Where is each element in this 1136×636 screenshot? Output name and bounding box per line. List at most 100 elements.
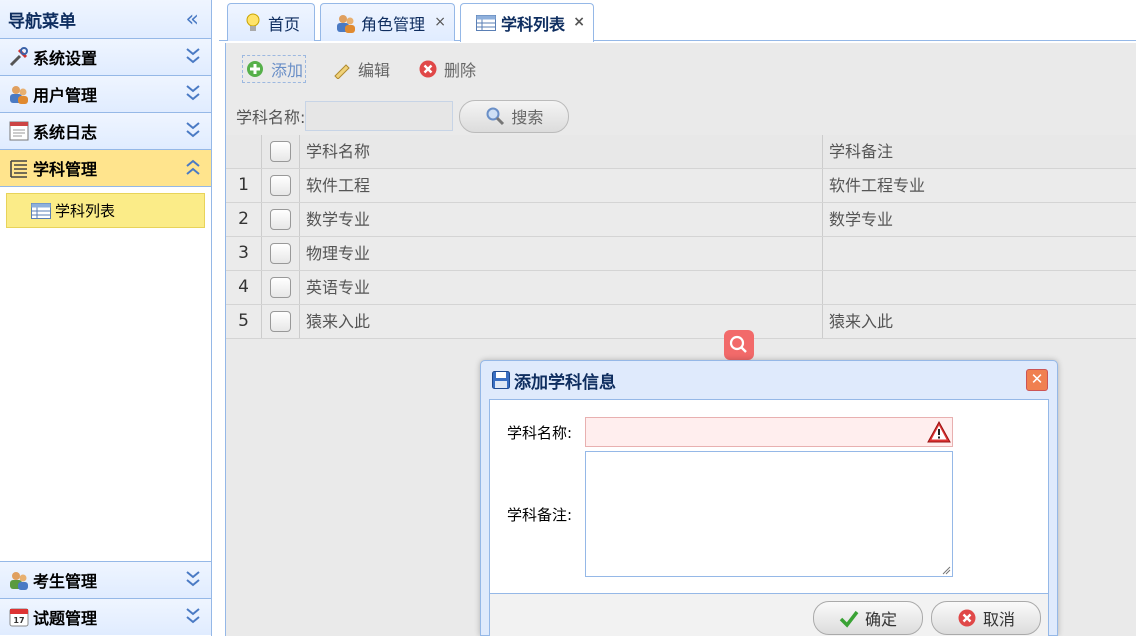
table-row[interactable]: 1 软件工程 软件工程专业: [226, 169, 1136, 203]
row-checkbox[interactable]: [262, 237, 300, 270]
warning-icon: [927, 420, 951, 443]
delete-label: 删除: [444, 61, 477, 80]
table-row[interactable]: 2 数学专业 数学专业: [226, 203, 1136, 237]
tab-role-management[interactable]: 角色管理 ×: [320, 3, 455, 41]
dialog-footer: 确定 取消: [489, 594, 1049, 636]
nav-panel-label: 学科管理: [33, 160, 98, 179]
tab-subject-list[interactable]: 学科列表 ×: [460, 3, 594, 42]
edit-button[interactable]: 编辑: [330, 55, 392, 83]
delete-button[interactable]: 删除: [416, 55, 478, 83]
table-row[interactable]: 4 英语专业: [226, 271, 1136, 305]
subject-name-field[interactable]: [585, 417, 953, 447]
table-icon: [476, 15, 496, 31]
row-checkbox[interactable]: [262, 203, 300, 236]
cell-name: 软件工程: [300, 169, 823, 202]
cancel-button[interactable]: 取消: [931, 601, 1041, 635]
magnifier-icon: [729, 335, 747, 353]
tab-close-icon[interactable]: ×: [573, 14, 585, 30]
cell-name: 英语专业: [300, 271, 823, 304]
search-row: 学科名称: 搜索: [226, 95, 1136, 137]
add-subject-dialog: 添加学科信息 ✕ 学科名称: 学科备注: 确定 取消: [480, 360, 1058, 636]
cell-name: 物理专业: [300, 237, 823, 270]
search-button[interactable]: 搜索: [459, 99, 570, 133]
nav-panel-label: 考生管理: [33, 572, 98, 591]
chevron-double-down-icon[interactable]: [185, 568, 201, 590]
table-header: 学科名称 学科备注: [226, 135, 1136, 169]
nav-title: 导航菜单: [8, 11, 76, 32]
chevron-double-down-icon[interactable]: [185, 119, 201, 141]
nav-sidebar: 导航菜单 « 系统设置 用户管理 系统日志 学科管理 学科列表 考生管理 17 …: [0, 0, 212, 636]
row-number: 1: [226, 169, 262, 202]
subject-table: 学科名称 学科备注 1 软件工程 软件工程专业 2 数学专业 数学专业 3 物理…: [226, 135, 1136, 339]
nav-item-label: 学科列表: [55, 202, 116, 220]
cancel-icon: [958, 609, 976, 627]
nav-panel-label: 系统日志: [33, 123, 98, 142]
chevron-double-up-icon[interactable]: [185, 156, 201, 178]
nav-panel-user-management[interactable]: 用户管理: [0, 76, 211, 113]
nav-panel-system-settings[interactable]: 系统设置: [0, 39, 211, 76]
note-label: 学科备注:: [507, 506, 573, 524]
row-number: 5: [226, 305, 262, 338]
search-icon: [486, 107, 505, 126]
nav-header: 导航菜单 «: [0, 0, 211, 39]
confirm-button[interactable]: 确定: [813, 601, 923, 635]
cell-note: 数学专业: [829, 210, 894, 229]
dialog-titlebar[interactable]: 添加学科信息 ✕: [481, 361, 1057, 399]
users-icon: [10, 86, 28, 104]
tab-label: 角色管理: [361, 14, 426, 34]
row-number: 2: [226, 203, 262, 236]
select-all-checkbox[interactable]: [262, 135, 300, 168]
name-label: 学科名称:: [507, 424, 573, 442]
nav-panel-subject-management[interactable]: 学科管理: [0, 150, 211, 187]
row-number: 3: [226, 237, 262, 270]
collapse-left-icon[interactable]: «: [186, 7, 199, 32]
tab-label: 学科列表: [501, 15, 566, 34]
add-label: 添加: [271, 61, 304, 80]
svg-text:17: 17: [13, 616, 24, 625]
row-checkbox[interactable]: [262, 305, 300, 338]
resize-handle-icon[interactable]: [941, 565, 951, 575]
cell-name: 数学专业: [300, 203, 823, 236]
search-button-label: 搜索: [511, 108, 544, 127]
table-icon: [31, 202, 51, 219]
examinees-icon: [10, 572, 28, 590]
nav-panel-label: 试题管理: [33, 609, 98, 628]
tab-close-icon[interactable]: ×: [434, 14, 446, 30]
edit-label: 编辑: [358, 61, 391, 80]
check-icon: [839, 610, 859, 628]
nav-panel-system-log[interactable]: 系统日志: [0, 113, 211, 150]
close-icon[interactable]: ✕: [1026, 369, 1048, 391]
chevron-double-down-icon[interactable]: [185, 45, 201, 67]
nav-panel-question-management[interactable]: 17 试题管理: [0, 598, 211, 635]
chevron-double-down-icon[interactable]: [185, 605, 201, 627]
nav-item-subject-list[interactable]: 学科列表: [6, 193, 205, 228]
dialog-title: 添加学科信息: [514, 372, 616, 393]
search-label: 学科名称:: [236, 108, 306, 127]
table-row[interactable]: 5 猿来入此 猿来入此: [226, 305, 1136, 339]
nav-panel-label: 用户管理: [33, 86, 98, 105]
add-button[interactable]: 添加: [242, 55, 307, 83]
log-icon: [9, 121, 29, 141]
floating-search-icon[interactable]: [724, 330, 754, 360]
chevron-double-down-icon[interactable]: [185, 82, 201, 104]
search-input[interactable]: [305, 101, 454, 131]
cell-note: 猿来入此: [829, 312, 894, 331]
tab-home[interactable]: 首页: [227, 3, 315, 41]
tab-bar: 首页 角色管理 × 学科列表 ×: [219, 0, 1136, 42]
nav-panel-examinee-management[interactable]: 考生管理: [0, 561, 211, 598]
row-checkbox[interactable]: [262, 271, 300, 304]
save-icon: [492, 371, 510, 389]
row-number: 4: [226, 271, 262, 304]
users-icon: [337, 14, 355, 33]
row-checkbox[interactable]: [262, 169, 300, 202]
plus-icon: [247, 61, 263, 77]
nav-bottom-panels: 考生管理 17 试题管理: [0, 561, 211, 635]
column-header-note[interactable]: 学科备注: [823, 135, 1136, 168]
cancel-label: 取消: [982, 610, 1015, 629]
subject-note-textarea[interactable]: [585, 451, 953, 577]
table-row[interactable]: 3 物理专业: [226, 237, 1136, 271]
row-number-header: [226, 135, 262, 168]
tools-icon: [9, 47, 28, 67]
column-header-name[interactable]: 学科名称: [300, 135, 823, 168]
confirm-label: 确定: [864, 610, 897, 629]
